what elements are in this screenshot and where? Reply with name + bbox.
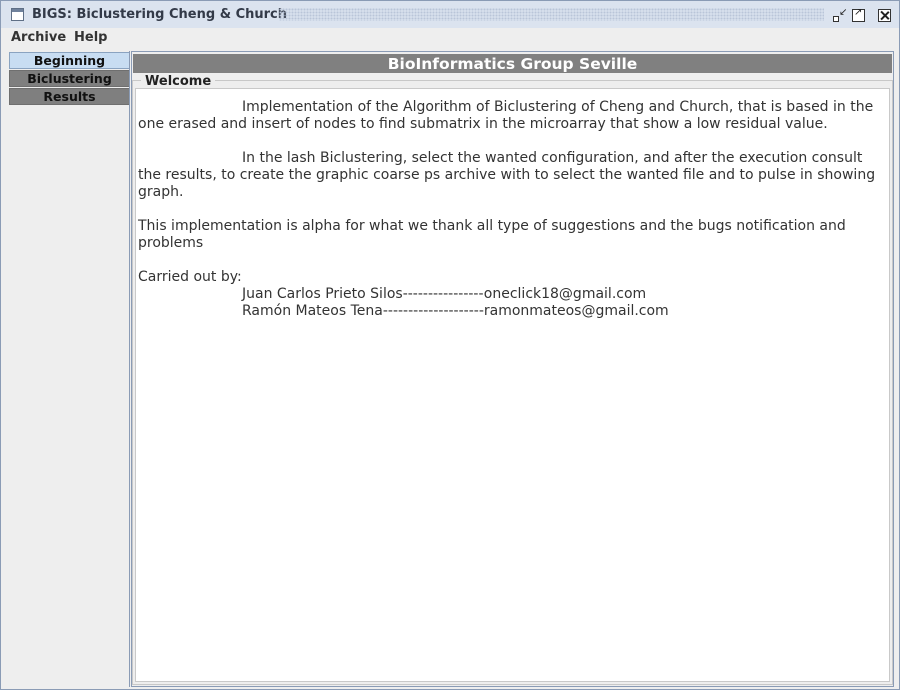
window-title: BIGS: Biclustering Cheng & Church — [32, 7, 287, 22]
title-bar[interactable]: BIGS: Biclustering Cheng & Church ↙ — [1, 1, 899, 29]
maximize-icon[interactable] — [852, 7, 865, 22]
paragraph-intro: Implementation of the Algorithm of Biclu… — [138, 99, 886, 133]
paragraph-usage-text: In the lash Biclustering, select the wan… — [138, 150, 876, 200]
author-juan: Juan Carlos Prieto Silos----------------… — [242, 286, 647, 302]
minimize-arrow-icon[interactable]: ↙ — [839, 8, 852, 22]
close-icon[interactable] — [878, 9, 891, 22]
tab-biclustering[interactable]: Biclustering — [9, 70, 129, 87]
paragraph-usage: In the lash Biclustering, select the wan… — [138, 150, 886, 201]
window-icon[interactable] — [11, 8, 24, 21]
menu-bar: Archive Help — [1, 28, 899, 48]
paragraph-alpha: This implementation is alpha for what we… — [138, 218, 846, 251]
welcome-panel: Welcome Implementation of the Algorithm … — [132, 74, 893, 685]
content-panel: BioInformatics Group Seville Welcome Imp… — [131, 51, 894, 687]
welcome-panel-title: Welcome — [141, 74, 216, 89]
tab-strip: Beginning Biclustering Results — [6, 51, 130, 687]
title-bar-grip — [279, 8, 824, 21]
carried-out-by-label: Carried out by: — [138, 269, 242, 285]
header-banner: BioInformatics Group Seville — [133, 54, 892, 73]
menu-help[interactable]: Help — [74, 30, 107, 45]
author-ramon: Ramón Mateos Tena--------------------ram… — [242, 303, 669, 319]
menu-archive[interactable]: Archive — [11, 30, 66, 45]
tab-beginning[interactable]: Beginning — [9, 52, 129, 69]
welcome-text-area[interactable]: Implementation of the Algorithm of Biclu… — [135, 88, 890, 682]
tab-results[interactable]: Results — [9, 88, 129, 105]
application-window: BIGS: Biclustering Cheng & Church ↙ Arch… — [0, 0, 900, 690]
paragraph-intro-text: Implementation of the Algorithm of Biclu… — [138, 99, 874, 132]
